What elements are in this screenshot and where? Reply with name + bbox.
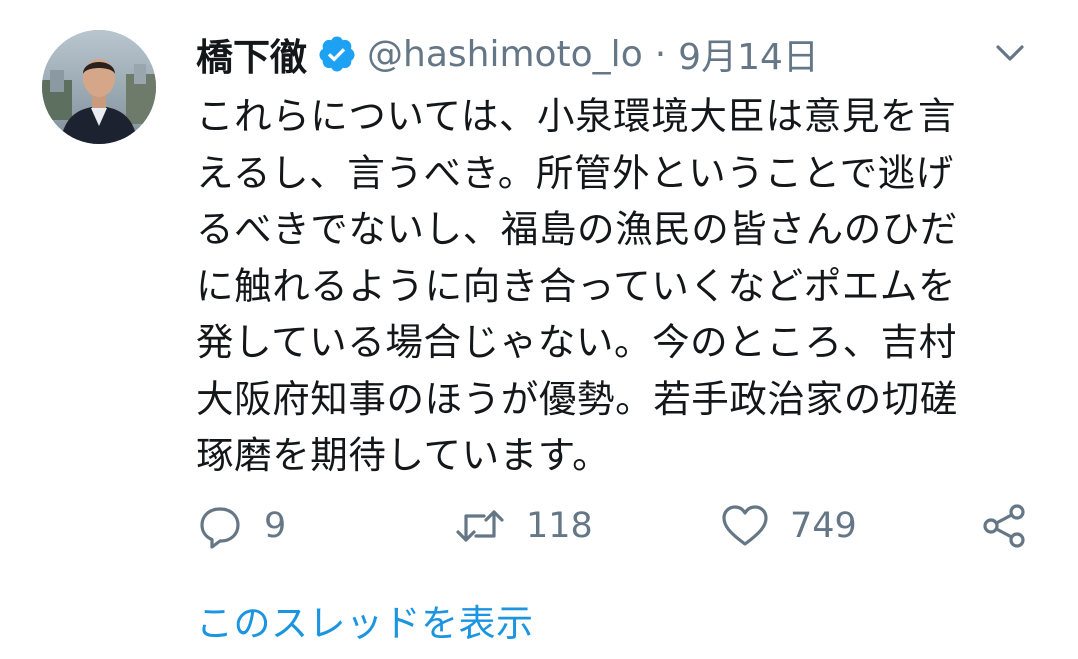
like-count: 749 [790, 506, 857, 546]
tweet-card[interactable]: 橋下徹 @hashimoto_lo · 9月14日 これらについては、小泉環境大… [0, 0, 1078, 659]
author-name[interactable]: 橋下徹 [196, 27, 307, 81]
tweet-text: これらについては、小泉環境大臣は意見を言 えるし、言うべき。所管外ということで逃… [196, 88, 1046, 484]
tweet-text-line: これらについては、小泉環境大臣は意見を言 [196, 94, 957, 138]
tweet-text-line: 発している場合じゃない。今のところ、吉村 [196, 320, 957, 364]
chevron-down-icon[interactable] [992, 38, 1028, 68]
separator-dot: · [654, 33, 667, 75]
heart-icon [720, 502, 770, 550]
tweet-text-line: 大阪府知事のほうが優勢。若手政治家の切磋 [196, 376, 958, 421]
tweet-text-line: 琢磨を期待しています。 [196, 433, 611, 477]
tweet-text-line: えるし、言うべき。所管外ということで逃げ [196, 150, 954, 195]
retweet-button[interactable]: 118 [454, 496, 593, 556]
verified-badge-icon [317, 34, 357, 74]
retweet-icon [454, 502, 506, 550]
tweet-header: 橋下徹 @hashimoto_lo · 9月14日 [196, 26, 819, 82]
reply-button[interactable]: 9 [196, 496, 286, 556]
reply-count: 9 [264, 506, 287, 546]
avatar[interactable] [42, 30, 156, 144]
share-button[interactable] [980, 496, 1028, 556]
show-thread-link[interactable]: このスレッドを表示 [196, 593, 534, 647]
reply-icon [196, 502, 244, 550]
tweet-date[interactable]: 9月14日 [678, 28, 819, 80]
retweet-count: 118 [526, 506, 593, 546]
tweet-text-line: るべきでないし、福島の漁民の皆さんのひだ [196, 207, 958, 251]
like-button[interactable]: 749 [720, 496, 857, 556]
tweet-text-line: に触れるように向き合っていくなどポエムを [196, 263, 957, 308]
action-bar: 9 118 749 [196, 496, 1036, 556]
share-icon [980, 502, 1028, 550]
author-handle[interactable]: @hashimoto_lo [367, 34, 643, 75]
